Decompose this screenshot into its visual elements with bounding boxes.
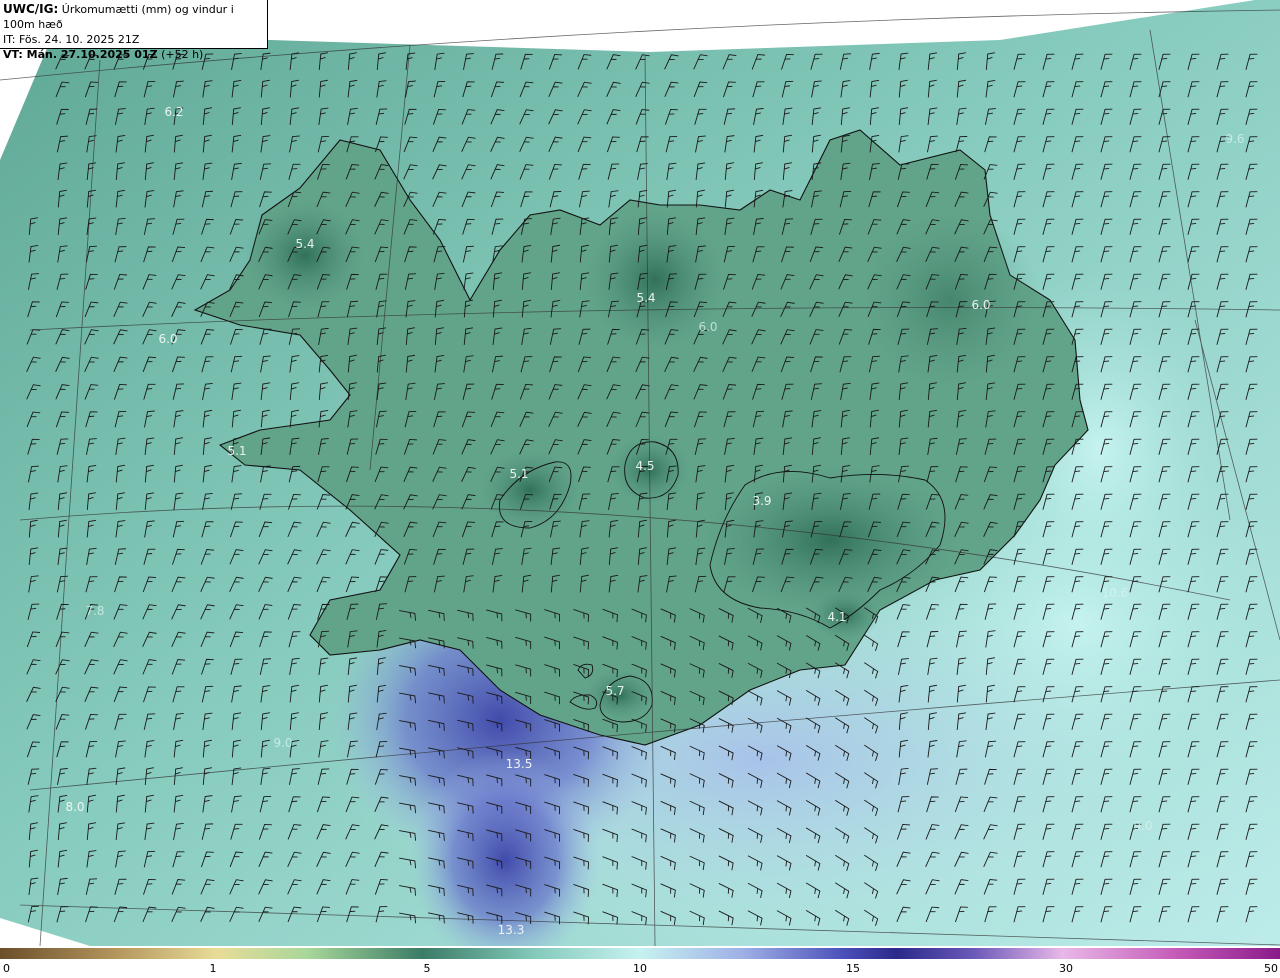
highland-langjokull: [480, 450, 580, 530]
precip-value-label: 9.0: [1133, 819, 1152, 833]
precip-value-label: 13.3: [498, 923, 525, 937]
precip-value-label: 4.1: [827, 610, 846, 624]
colorbar-tick-15: 15: [846, 962, 860, 975]
valid-time: VT: Mán. 27.10.2025 01Z: [3, 48, 158, 61]
precip-value-label: 7.8: [85, 604, 104, 618]
colorbar: 0 1 5 10 15 30 50: [0, 946, 1280, 978]
forecast-hour: (+52 h): [161, 48, 204, 61]
precip-value-label: 5.4: [636, 291, 655, 305]
colorbar-tick-30: 30: [1059, 962, 1073, 975]
precip-value-label: 5.1: [227, 444, 246, 458]
initial-time: IT: Fös. 24. 10. 2025 21Z: [3, 33, 140, 46]
precip-value-label: 13.5: [506, 757, 533, 771]
colorbar-tick-1: 1: [209, 962, 217, 975]
precip-value-label: 4.5: [635, 459, 654, 473]
model-name: UWC/IG:: [3, 2, 59, 16]
colorbar-tick-5: 5: [423, 962, 431, 975]
precip-value-label: 3.9: [752, 494, 771, 508]
precip-value-label: 5.1: [509, 467, 528, 481]
precip-value-label: 6.0: [158, 332, 177, 346]
forecast-map: 6.2 5.4 5.4 6.0 6.0 5.1 5.1 4.5 3.9 4.1 5.7 13.5 13.…: [0, 0, 1280, 946]
precip-value-label: 6.0: [698, 320, 717, 334]
precip-value-label: 8.0: [65, 800, 84, 814]
colorbar-tick-50: 50: [1264, 962, 1278, 975]
precip-value-label: 6.2: [164, 105, 183, 119]
precip-value-label: 6.0: [971, 298, 990, 312]
title-line: UWC/IG: Úrkomumætti (mm) og vindur i 100…: [3, 2, 267, 32]
precip-value-label: 9.6: [1225, 132, 1244, 146]
colorbar-tick-10: 10: [633, 962, 647, 975]
colorbar-tick-0: 0: [3, 962, 10, 975]
precip-value-label: 5.7: [605, 684, 624, 698]
precip-value-label: 10.6: [1102, 586, 1129, 600]
precip-value-label: 9.0: [273, 736, 292, 750]
valid-time-line: VT: Mán. 27.10.2025 01Z (+52 h): [3, 47, 267, 62]
precip-value-label: 5.4: [295, 237, 314, 251]
map-info-box: UWC/IG: Úrkomumætti (mm) og vindur i 100…: [0, 0, 268, 61]
colorbar-strip: [0, 948, 1280, 959]
highland-nw: [245, 200, 365, 310]
highland-ne: [860, 210, 1040, 390]
